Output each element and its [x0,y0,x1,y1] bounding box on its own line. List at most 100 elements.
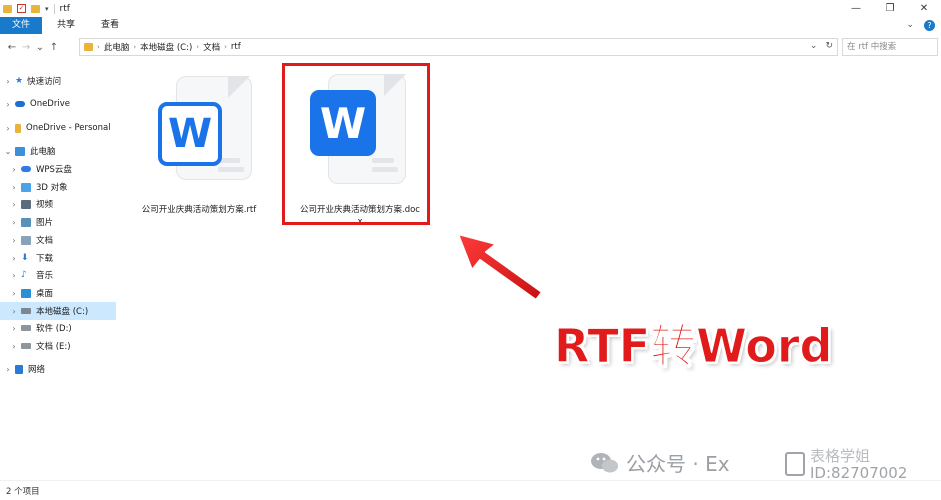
close-button[interactable]: ✕ [907,0,941,17]
sidebar-item-label: 网络 [28,365,46,375]
divider [53,3,55,14]
watermark-text: 公众号 · Ex [626,452,730,476]
sidebar-item-label: 软件 (D:) [36,324,72,334]
file-name: 公司开业庆典活动策划方案.rtf [141,205,257,215]
sidebar-item-label: OneDrive [30,99,70,109]
wps-writer-outline-icon: W [158,74,258,184]
text-line [218,167,244,172]
red-arrow-icon [457,233,543,301]
watermark-overlay-text: 表格学姐 [810,447,871,465]
chevron-right-icon[interactable]: › [3,100,13,109]
chevron-right-icon[interactable]: › [9,342,19,351]
minimize-button[interactable]: — [839,0,873,17]
sidebar-item-label: 图片 [36,218,54,228]
drive-icon [21,308,31,314]
chevron-right-icon[interactable]: › [9,271,19,280]
sidebar-item-drive-d[interactable]: › 软件 (D:) [9,319,72,337]
sidebar-item-label: 本地磁盘 (C:) [36,307,89,317]
sidebar-item-onedrive[interactable]: › OneDrive [3,95,70,113]
page-fold [228,76,250,98]
new-folder-icon[interactable] [31,4,40,13]
sidebar-item-wps-cloud[interactable]: › WPS云盘 [9,160,72,178]
sidebar-item-downloads[interactable]: › ⬇ 下载 [9,249,53,267]
chevron-right-icon[interactable]: › [3,365,13,374]
help-icon[interactable]: ? [924,20,935,31]
sidebar-item-label: 文档 [36,236,54,246]
sidebar-item-label: 快速访问 [27,77,62,87]
sidebar-item-network[interactable]: › 网络 [3,360,45,378]
status-bar: 2 个项目 [0,480,941,500]
sidebar-item-drive-e[interactable]: › 文档 (E:) [9,337,70,355]
breadcrumb-rtf[interactable]: rtf [231,42,241,52]
video-icon [21,199,31,209]
chevron-right-icon[interactable]: › [9,254,19,263]
sidebar-item-videos[interactable]: › 视频 [9,195,53,213]
sidebar-item-onedrive-personal[interactable]: › OneDrive - Personal [3,119,111,137]
tab-share[interactable]: 共享 [44,17,88,34]
folder-icon [84,43,93,51]
computer-icon [15,146,25,156]
breadcrumb-this-pc[interactable]: 此电脑 [104,41,130,53]
chevron-right-icon[interactable]: › [9,200,19,209]
music-icon: ♪ [21,270,27,280]
chevron-right-icon[interactable]: › [9,236,19,245]
folder-icon [3,4,12,13]
chevron-right-icon[interactable]: › [224,43,227,51]
chevron-right-icon[interactable]: › [3,124,13,133]
refresh-icon[interactable]: ↻ [825,41,833,51]
chevron-right-icon[interactable]: › [9,218,19,227]
sidebar-item-3d-objects[interactable]: › 3D 对象 [9,178,68,196]
address-bar[interactable]: › 此电脑 › 本地磁盘 (C:) › 文档 › rtf ⌄ ↻ [79,38,838,56]
sidebar-item-this-pc[interactable]: ⌄ 此电脑 [3,142,56,160]
sidebar-item-desktop[interactable]: › 桌面 [9,284,53,302]
watermark-id: 表格学姐 ID:82707002 [810,448,935,482]
watermark: 公众号 · Ex [590,448,730,477]
sidebar-item-quick-access[interactable]: › ★ 快速访问 [3,72,61,90]
sidebar-item-pictures[interactable]: › 图片 [9,213,53,231]
sidebar-item-documents[interactable]: › 文档 [9,231,53,249]
forward-arrow-icon[interactable]: → [19,42,33,53]
customize-toolbar-icon[interactable]: ▾ [45,5,49,13]
chevron-right-icon[interactable]: › [97,43,100,51]
search-input[interactable]: 在 rtf 中搜索 [842,38,938,56]
sidebar-item-label: OneDrive - Personal [26,123,111,133]
file-item-rtf[interactable]: W 公司开业庆典活动策划方案.rtf [128,74,270,215]
back-arrow-icon[interactable]: ← [5,42,19,53]
chevron-right-icon[interactable]: › [9,165,19,174]
item-count: 2 个项目 [6,486,40,497]
chevron-right-icon[interactable]: › [9,183,19,192]
expand-ribbon-icon[interactable]: ⌄ [906,17,914,34]
cloud-icon [15,101,25,107]
chevron-right-icon[interactable]: › [9,289,19,298]
annotation-caption: RTF转Word [553,319,833,374]
sidebar-item-label: 此电脑 [30,147,56,157]
network-icon [15,364,23,374]
drive-icon [21,325,31,331]
sidebar-item-local-disk-c[interactable]: › 本地磁盘 (C:) [0,302,116,320]
chevron-right-icon[interactable]: › [9,324,19,333]
window-title: rtf [59,3,70,14]
sidebar-item-label: 视频 [36,200,54,210]
breadcrumb-documents[interactable]: 文档 [203,41,220,53]
quick-access-toolbar: ✓ ▾ [0,3,55,14]
chevron-right-icon[interactable]: › [196,43,199,51]
chevron-right-icon[interactable]: › [9,307,19,316]
watermark-badge-icon [785,452,805,476]
title-bar: ✓ ▾ rtf — ❐ ✕ [0,0,941,17]
tab-file[interactable]: 文件 [0,17,42,34]
chevron-right-icon[interactable]: › [133,43,136,51]
up-arrow-icon[interactable]: ↑ [47,42,61,53]
sidebar-item-music[interactable]: › ♪ 音乐 [9,266,53,284]
tab-view[interactable]: 查看 [88,17,132,34]
ribbon-tabs: 文件 主页 共享 查看 ⌄ ? [0,17,941,34]
maximize-button[interactable]: ❐ [873,0,907,17]
pictures-icon [21,217,31,227]
chevron-down-icon[interactable]: ⌄ [3,147,13,156]
window-controls: — ❐ ✕ [839,0,941,17]
breadcrumb-local-disk-c[interactable]: 本地磁盘 (C:) [140,41,192,53]
folder-icon [15,123,21,133]
properties-icon[interactable]: ✓ [17,4,26,13]
chevron-right-icon[interactable]: › [3,77,13,86]
recent-locations-icon[interactable]: ⌄ [33,42,47,53]
chevron-down-icon[interactable]: ⌄ [810,41,818,51]
